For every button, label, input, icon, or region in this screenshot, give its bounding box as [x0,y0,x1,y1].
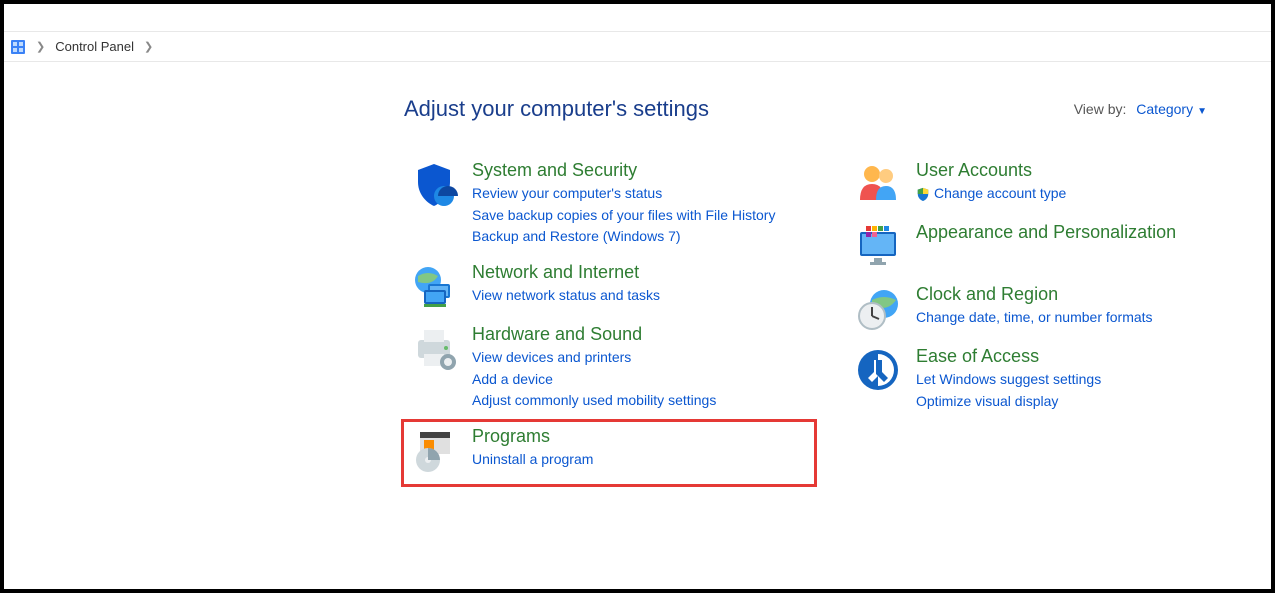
view-by-dropdown[interactable]: Category ▼ [1136,101,1207,117]
link-network-status-tasks[interactable]: View network status and tasks [472,285,660,307]
category-user-accounts: User Accounts Change account type [848,156,1228,218]
category-hardware-and-sound: Hardware and Sound View devices and prin… [404,320,814,422]
link-uninstall-program[interactable]: Uninstall a program [472,449,593,471]
category-link-clock-region[interactable]: Clock and Region [916,284,1153,305]
category-programs: Programs Uninstall a program [404,422,814,484]
link-mobility-settings[interactable]: Adjust commonly used mobility settings [472,390,716,412]
category-link-appearance[interactable]: Appearance and Personalization [916,222,1176,243]
chevron-right-icon: ❯ [144,40,153,53]
shield-icon [410,160,458,208]
toolbar-gap [4,4,1271,32]
monitor-personalization-icon [854,222,902,270]
category-network-and-internet: Network and Internet View network status… [404,258,814,320]
globe-network-icon [410,262,458,310]
chevron-right-icon: ❯ [36,40,45,53]
uac-shield-icon [916,187,930,201]
category-clock-and-region: Clock and Region Change date, time, or n… [848,280,1228,342]
link-windows-suggest-settings[interactable]: Let Windows suggest settings [916,369,1101,391]
clock-globe-icon [854,284,902,332]
category-link-hardware-and-sound[interactable]: Hardware and Sound [472,324,716,345]
link-review-computer-status[interactable]: Review your computer's status [472,183,775,205]
category-appearance: Appearance and Personalization [848,218,1228,280]
ease-of-access-icon [854,346,902,394]
control-panel-icon [10,39,26,55]
category-column-right: User Accounts Change account type [848,156,1228,484]
link-file-history-backup[interactable]: Save backup copies of your files with Fi… [472,205,775,227]
link-backup-restore-win7[interactable]: Backup and Restore (Windows 7) [472,226,775,248]
header-row: Adjust your computer's settings View by:… [404,96,1231,122]
link-change-date-time-formats[interactable]: Change date, time, or number formats [916,307,1153,329]
breadcrumb-root[interactable]: Control Panel [55,39,134,54]
category-link-ease-of-access[interactable]: Ease of Access [916,346,1101,367]
view-by-label: View by: [1074,101,1127,117]
page-title: Adjust your computer's settings [404,96,709,122]
category-columns: System and Security Review your computer… [404,156,1231,484]
category-link-programs[interactable]: Programs [472,426,593,447]
users-icon [854,160,902,208]
disc-box-icon [410,426,458,474]
printer-icon [410,324,458,372]
link-change-account-type-text: Change account type [934,183,1066,205]
view-by-control: View by: Category ▼ [1074,101,1207,117]
breadcrumb[interactable]: ❯ Control Panel ❯ [4,32,1271,62]
category-column-left: System and Security Review your computer… [404,156,814,484]
category-system-and-security: System and Security Review your computer… [404,156,814,258]
content-area: Adjust your computer's settings View by:… [4,62,1271,484]
category-link-user-accounts[interactable]: User Accounts [916,160,1066,181]
link-optimize-visual-display[interactable]: Optimize visual display [916,391,1101,413]
chevron-down-icon: ▼ [1197,106,1207,117]
category-link-network-and-internet[interactable]: Network and Internet [472,262,660,283]
link-change-account-type[interactable]: Change account type [916,183,1066,205]
view-by-value: Category [1136,101,1193,117]
link-view-devices-printers[interactable]: View devices and printers [472,347,716,369]
category-ease-of-access: Ease of Access Let Windows suggest setti… [848,342,1228,422]
link-add-device[interactable]: Add a device [472,369,716,391]
category-link-system-and-security[interactable]: System and Security [472,160,775,181]
